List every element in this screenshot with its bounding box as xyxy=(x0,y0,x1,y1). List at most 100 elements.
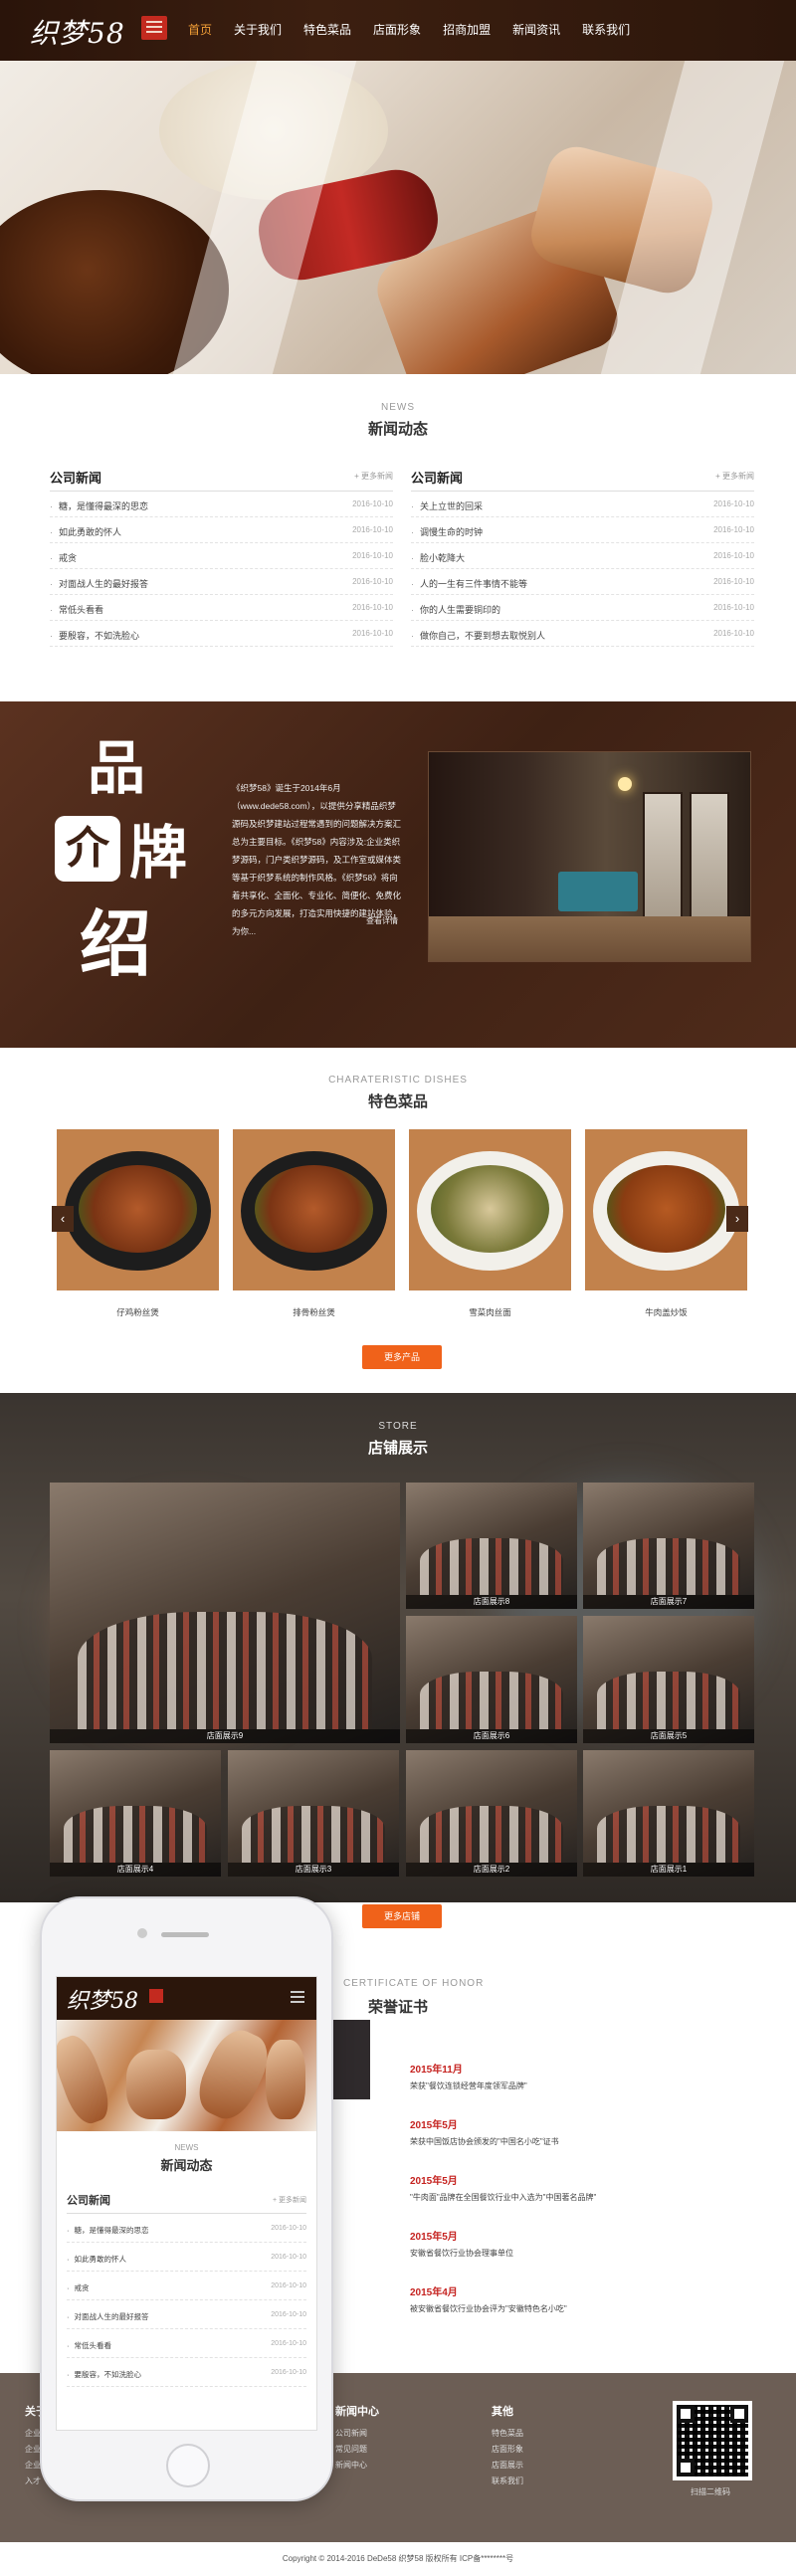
news-item[interactable]: 对面战人生的最好报答2016-10-10 xyxy=(50,569,393,595)
footer-link[interactable]: 联系我们 xyxy=(492,2476,523,2486)
nav-item-contact[interactable]: 联系我们 xyxy=(571,0,641,61)
mobile-news-item[interactable]: 要殷容，不如洗脸心2016-10-10 xyxy=(67,2358,306,2387)
news-item[interactable]: 脸小乾降大2016-10-10 xyxy=(411,543,754,569)
news-column-right: 公司新闻 + 更多新闻 关上立世的回采2016-10-10 调慢生命的时钟2016… xyxy=(411,462,754,647)
mobile-news-item[interactable]: 常低头看看2016-10-10 xyxy=(67,2329,306,2358)
brand-char-1: 品 xyxy=(88,734,146,802)
mobile-hero-image xyxy=(57,2020,316,2131)
store-photo[interactable]: 店面展示1 xyxy=(583,1750,754,1877)
dish-image[interactable] xyxy=(585,1129,747,1290)
store-photo[interactable]: 店面展示4 xyxy=(50,1750,221,1877)
store-photo[interactable]: 店面展示9 xyxy=(50,1483,400,1743)
store-photo[interactable]: 店面展示8 xyxy=(406,1483,577,1609)
dish-image[interactable] xyxy=(409,1129,571,1290)
mobile-news-item[interactable]: 糖，是懂得最深的思恋2016-10-10 xyxy=(67,2214,306,2243)
logo-seal xyxy=(141,16,167,40)
footer-link[interactable]: 新闻中心 xyxy=(335,2460,367,2471)
nav-item-news[interactable]: 新闻资讯 xyxy=(501,0,571,61)
footer-link[interactable]: 店面展示 xyxy=(492,2460,523,2471)
cert-desc: 安徽省餐饮行业协会理事单位 xyxy=(410,2249,513,2258)
footer-link[interactable]: 企业 xyxy=(25,2428,41,2439)
more-news-link[interactable]: + 更多新闻 xyxy=(354,471,393,482)
carousel-next-button[interactable]: › xyxy=(726,1206,748,1232)
footer-link[interactable]: 常见问题 xyxy=(335,2444,367,2455)
footer-col-other: 其他 xyxy=(492,2406,513,2418)
dish-image[interactable] xyxy=(57,1129,219,1290)
hamburger-menu-icon[interactable] xyxy=(291,1991,304,1993)
carousel-prev-button[interactable]: ‹ xyxy=(52,1206,74,1232)
footer-link[interactable]: 特色菜品 xyxy=(492,2428,523,2439)
brand-intro-section: 品 介 牌 绍 《织梦58》诞生于2014年6月（www.dede58.com）… xyxy=(0,701,796,1048)
brand-char-2: 介 xyxy=(55,816,120,882)
news-col-title: 公司新闻 xyxy=(411,471,464,486)
store-photo[interactable]: 店面展示5 xyxy=(583,1616,754,1743)
site-logo[interactable]: 织梦58 xyxy=(30,10,169,50)
dish-name[interactable]: 牛肉盖炒饭 xyxy=(585,1306,747,1318)
news-item[interactable]: 关上立世的回采2016-10-10 xyxy=(411,492,754,517)
footer-link[interactable]: 公司新闻 xyxy=(335,2428,367,2439)
qr-code-icon xyxy=(673,2401,752,2480)
footer-link[interactable]: 企业 xyxy=(25,2460,41,2471)
store-photo[interactable]: 店面展示3 xyxy=(228,1750,399,1877)
mobile-news-item[interactable]: 如此勇敢的怀人2016-10-10 xyxy=(67,2243,306,2272)
mobile-logo-seal xyxy=(149,1989,163,2003)
news-col-title: 公司新闻 xyxy=(50,471,102,486)
cert-year: 2015年5月 xyxy=(410,2176,458,2187)
mobile-news-title: 新闻动态 xyxy=(160,2159,213,2174)
mobile-more-link[interactable]: + 更多新闻 xyxy=(273,2195,306,2205)
brand-more-link[interactable]: 查看详情 xyxy=(366,915,398,926)
qr-label: 扫描二维码 xyxy=(691,2487,730,2496)
cert-section-title: 荣誉证书 xyxy=(368,1998,429,2016)
news-item[interactable]: 要殷容，不如洗脸心2016-10-10 xyxy=(50,621,393,647)
dishes-section-en: CHARATERISTIC DISHES xyxy=(328,1075,468,1086)
news-item[interactable]: 调慢生命的时钟2016-10-10 xyxy=(411,517,754,543)
phone-mockup: 织梦58 NEWS 新闻动态 公司新闻 + 更多新闻 糖，是懂得最深的思恋2016… xyxy=(40,1896,333,2501)
logo-text: 织梦58 xyxy=(30,17,125,50)
mobile-col-title: 公司新闻 xyxy=(67,2195,110,2207)
mobile-logo-text: 织梦58 xyxy=(67,1989,138,2014)
store-photo[interactable]: 店面展示7 xyxy=(583,1483,754,1609)
nav-item-dishes[interactable]: 特色菜品 xyxy=(293,0,362,61)
cert-year: 2015年5月 xyxy=(410,2232,458,2243)
restaurant-interior-image xyxy=(428,751,751,962)
nav-item-store[interactable]: 店面形象 xyxy=(362,0,432,61)
news-item[interactable]: 人的一生有三件事情不能等2016-10-10 xyxy=(411,569,754,595)
dish-name[interactable]: 排骨粉丝煲 xyxy=(233,1306,395,1318)
footer-link[interactable]: 入才 xyxy=(25,2476,41,2486)
footer-link[interactable]: 企业 xyxy=(25,2444,41,2455)
news-item[interactable]: 常低头看看2016-10-10 xyxy=(50,595,393,621)
cert-desc: 荣获"餐饮连锁经营年度领军品牌" xyxy=(410,2081,527,2090)
mobile-news-item[interactable]: 戒贪2016-10-10 xyxy=(67,2272,306,2300)
dish-image[interactable] xyxy=(233,1129,395,1290)
speaker-icon xyxy=(161,1932,209,1937)
footer-link[interactable]: 店面形象 xyxy=(492,2444,523,2455)
more-stores-button-overlay[interactable]: 更多店铺 xyxy=(362,1904,442,1928)
brand-char-3: 牌 xyxy=(129,819,188,887)
nav-item-home[interactable]: 首页 xyxy=(177,0,223,61)
nav-item-franchise[interactable]: 招商加盟 xyxy=(432,0,501,61)
mobile-news-item[interactable]: 对面战人生的最好报答2016-10-10 xyxy=(67,2300,306,2329)
nav-item-about[interactable]: 关于我们 xyxy=(223,0,293,61)
cert-desc: "牛肉面"品牌在全国餐饮行业中入选为"中国著名品牌" xyxy=(410,2193,597,2202)
dishes-section-title: 特色菜品 xyxy=(367,1092,428,1110)
cert-year: 2015年5月 xyxy=(410,2120,458,2131)
news-section-title: 新闻动态 xyxy=(367,420,428,438)
more-news-link[interactable]: + 更多新闻 xyxy=(715,471,754,482)
news-column-left: 公司新闻 + 更多新闻 糖，是懂得最深的思恋2016-10-10 如此勇敢的怀人2… xyxy=(50,462,393,647)
more-products-button[interactable]: 更多产品 xyxy=(362,1345,442,1369)
camera-icon xyxy=(137,1928,147,1938)
news-section-en: NEWS xyxy=(381,402,415,413)
news-item[interactable]: 如此勇敢的怀人2016-10-10 xyxy=(50,517,393,543)
dish-name[interactable]: 仔鸡粉丝煲 xyxy=(57,1306,219,1318)
news-item[interactable]: 你的人生需要铜印的2016-10-10 xyxy=(411,595,754,621)
news-item[interactable]: 做你自己，不要到想去取悦别人2016-10-10 xyxy=(411,621,754,647)
home-button[interactable] xyxy=(166,2444,210,2487)
store-photo[interactable]: 店面展示2 xyxy=(406,1750,577,1877)
news-item[interactable]: 糖，是懂得最深的思恋2016-10-10 xyxy=(50,492,393,517)
cert-year: 2015年11月 xyxy=(410,2065,463,2076)
dish-name[interactable]: 雪菜肉丝面 xyxy=(409,1306,571,1318)
news-item[interactable]: 戒贪2016-10-10 xyxy=(50,543,393,569)
store-photo[interactable]: 店面展示6 xyxy=(406,1616,577,1743)
footer-col-news: 新闻中心 xyxy=(335,2406,379,2418)
copyright: Copyright © 2014-2016 DeDe58 织梦58 版权所有 I… xyxy=(0,2542,796,2576)
